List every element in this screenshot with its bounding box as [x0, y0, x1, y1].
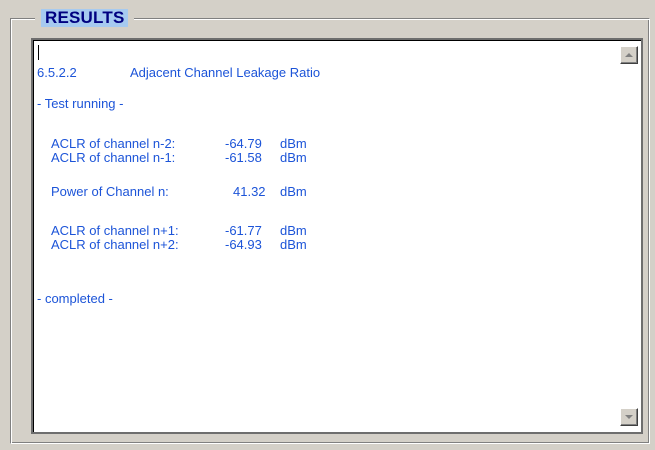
triangle-up-icon [625, 53, 633, 57]
status-running: - Test running - [37, 96, 124, 111]
measurement-label: ACLR of channel n-2: [51, 136, 176, 151]
measurement-label: Power of Channel n: [51, 184, 169, 199]
scroll-up-button[interactable] [620, 46, 638, 64]
triangle-down-icon [625, 415, 633, 419]
results-group-title: RESULTS [41, 9, 129, 27]
section-number: 6.5.2.2 [37, 65, 77, 80]
measurement-value: 41.32 [233, 184, 266, 199]
text-caret [38, 45, 39, 60]
results-text-area[interactable]: 6.5.2.2 Adjacent Channel Leakage Ratio -… [37, 40, 615, 432]
measurement-label: ACLR of channel n+1: [51, 223, 179, 238]
measurement-unit: dBm [280, 223, 307, 238]
measurement-label: ACLR of channel n+2: [51, 237, 179, 252]
measurement-unit: dBm [280, 150, 307, 165]
measurement-unit: dBm [280, 136, 307, 151]
measurement-label: ACLR of channel n-1: [51, 150, 176, 165]
measurement-unit: dBm [280, 184, 307, 199]
vertical-scrollbar[interactable] [619, 42, 639, 430]
measurement-value: -64.79 [225, 136, 262, 151]
results-text-box[interactable]: 6.5.2.2 Adjacent Channel Leakage Ratio -… [31, 38, 643, 434]
results-group-legend: RESULTS [35, 9, 135, 27]
section-title: Adjacent Channel Leakage Ratio [130, 65, 321, 80]
status-completed: - completed - [37, 291, 113, 306]
scroll-down-button[interactable] [620, 408, 638, 426]
measurement-value: -64.93 [225, 237, 262, 252]
measurement-value: -61.58 [225, 150, 262, 165]
measurement-value: -61.77 [225, 223, 262, 238]
measurement-unit: dBm [280, 237, 307, 252]
